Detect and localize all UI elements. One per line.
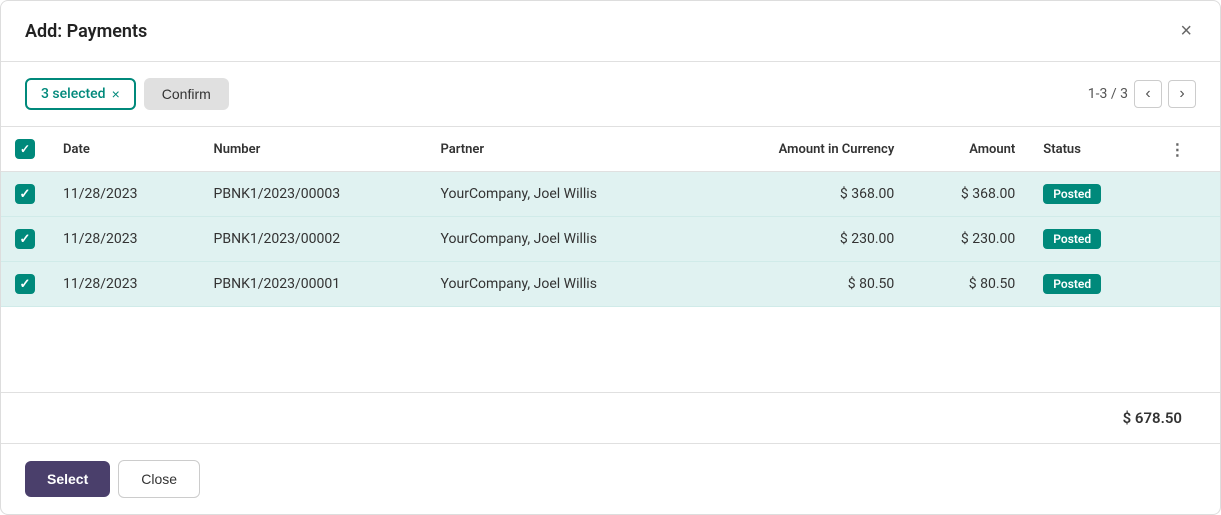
dialog-header: Add: Payments ×	[1, 1, 1220, 62]
dialog-title: Add: Payments	[25, 21, 147, 42]
amount-currency-column-header: Amount in Currency	[697, 127, 908, 172]
select-all-checkbox[interactable]	[15, 139, 35, 159]
partner-column-header: Partner	[427, 127, 698, 172]
select-all-header[interactable]	[1, 127, 49, 172]
row-amount-currency: $ 80.50	[697, 262, 908, 307]
settings-column-header: ⋮	[1155, 127, 1220, 172]
row-status: Posted	[1029, 172, 1155, 217]
row-amount: $ 368.00	[908, 172, 1029, 217]
row-checkbox-cell[interactable]	[1, 172, 49, 217]
row-partner: YourCompany, Joel Willis	[427, 262, 698, 307]
close-button[interactable]: Close	[118, 460, 200, 498]
status-badge: Posted	[1043, 229, 1101, 249]
row-checkbox-cell[interactable]	[1, 217, 49, 262]
toolbar: 3 selected × Confirm 1-3 / 3 ‹ ›	[1, 62, 1220, 126]
status-badge: Posted	[1043, 184, 1101, 204]
select-button[interactable]: Select	[25, 461, 110, 497]
row-actions-cell	[1155, 262, 1220, 307]
table-row: 11/28/2023PBNK1/2023/00001YourCompany, J…	[1, 262, 1220, 307]
add-payments-dialog: Add: Payments × 3 selected × Confirm 1-3…	[0, 0, 1221, 515]
total-amount: $ 678.50	[1076, 409, 1196, 427]
row-checkbox[interactable]	[15, 184, 35, 204]
row-status: Posted	[1029, 262, 1155, 307]
table-settings-icon[interactable]: ⋮	[1169, 140, 1185, 159]
number-column-header: Number	[200, 127, 427, 172]
row-date: 11/28/2023	[49, 262, 200, 307]
clear-selection-button[interactable]: ×	[112, 87, 120, 101]
row-actions-cell	[1155, 217, 1220, 262]
selected-count: 3 selected	[41, 86, 106, 102]
selected-badge: 3 selected ×	[25, 78, 136, 110]
row-date: 11/28/2023	[49, 217, 200, 262]
pagination-text: 1-3 / 3	[1088, 86, 1128, 102]
status-badge: Posted	[1043, 274, 1101, 294]
date-column-header: Date	[49, 127, 200, 172]
row-status: Posted	[1029, 217, 1155, 262]
status-column-header: Status	[1029, 127, 1155, 172]
next-page-button[interactable]: ›	[1168, 80, 1196, 108]
confirm-button[interactable]: Confirm	[144, 78, 229, 110]
row-number: PBNK1/2023/00002	[200, 217, 427, 262]
payments-table: Date Number Partner Amount in Currency A…	[1, 126, 1220, 392]
row-amount: $ 230.00	[908, 217, 1029, 262]
row-amount-currency: $ 368.00	[697, 172, 908, 217]
table-row: 11/28/2023PBNK1/2023/00002YourCompany, J…	[1, 217, 1220, 262]
row-partner: YourCompany, Joel Willis	[427, 217, 698, 262]
row-checkbox[interactable]	[15, 229, 35, 249]
row-checkbox-cell[interactable]	[1, 262, 49, 307]
row-amount-currency: $ 230.00	[697, 217, 908, 262]
row-amount: $ 80.50	[908, 262, 1029, 307]
close-icon[interactable]: ×	[1176, 17, 1196, 45]
pagination: 1-3 / 3 ‹ ›	[1088, 80, 1196, 108]
row-number: PBNK1/2023/00001	[200, 262, 427, 307]
row-number: PBNK1/2023/00003	[200, 172, 427, 217]
row-actions-cell	[1155, 172, 1220, 217]
prev-page-button[interactable]: ‹	[1134, 80, 1162, 108]
row-date: 11/28/2023	[49, 172, 200, 217]
dialog-footer: Select Close	[1, 443, 1220, 514]
row-checkbox[interactable]	[15, 274, 35, 294]
amount-column-header: Amount	[908, 127, 1029, 172]
totals-row: $ 678.50	[1, 392, 1220, 443]
table-row: 11/28/2023PBNK1/2023/00003YourCompany, J…	[1, 172, 1220, 217]
row-partner: YourCompany, Joel Willis	[427, 172, 698, 217]
toolbar-left: 3 selected × Confirm	[25, 78, 229, 110]
